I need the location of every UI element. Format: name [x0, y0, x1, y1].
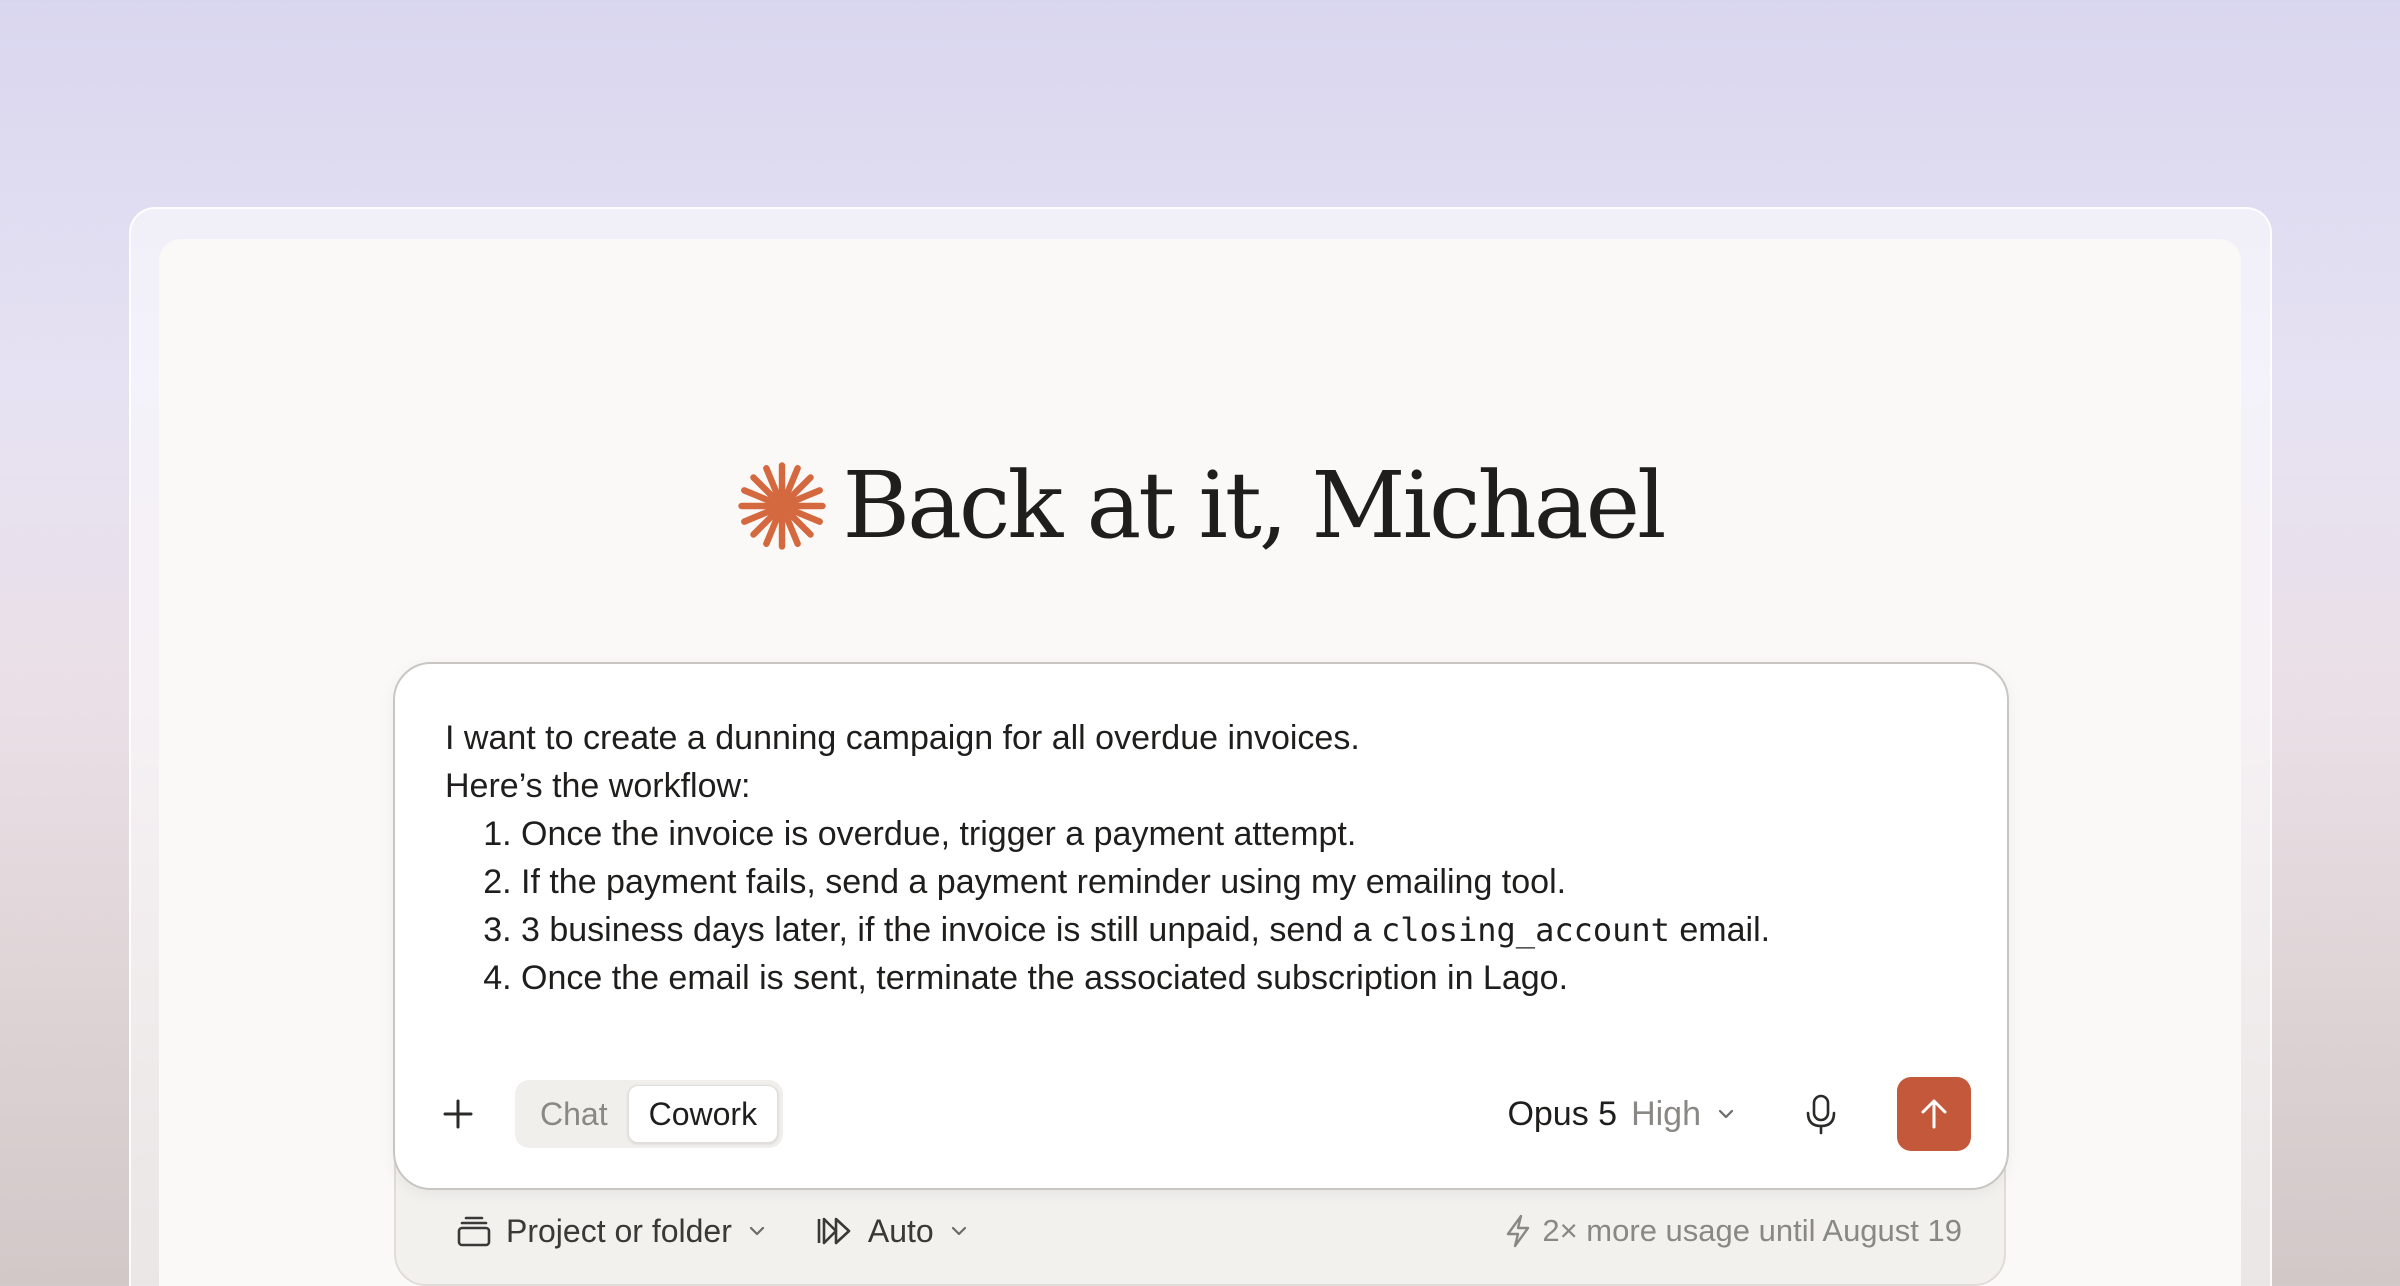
step-text-after: email. — [1669, 911, 1771, 949]
workflow-step: 3 business days later, if the invoice is… — [521, 906, 1947, 954]
fast-forward-icon — [817, 1217, 851, 1245]
lightning-icon — [1507, 1214, 1530, 1248]
arrow-up-icon — [1921, 1099, 1947, 1129]
model-selector[interactable]: Opus 5 High — [1507, 1095, 1737, 1134]
workflow-step: Once the email is sent, terminate the as… — [521, 954, 1947, 1002]
auto-mode-label: Auto — [867, 1212, 934, 1249]
chevron-down-icon — [951, 1226, 966, 1236]
model-effort-level: High — [1631, 1094, 1701, 1133]
mode-cowork-tab[interactable]: Cowork — [627, 1085, 779, 1143]
workflow-step: If the payment fails, send a payment rem… — [521, 858, 1947, 906]
project-folder-selector[interactable]: Project or folder — [456, 1213, 768, 1250]
chevron-down-icon — [749, 1226, 764, 1236]
send-button[interactable] — [1897, 1077, 1971, 1151]
usage-note-text: 2× more usage until August 19 — [1542, 1213, 1962, 1248]
sparkle-logo-icon — [738, 462, 827, 550]
greeting-title: Back at it, Michael — [842, 452, 1666, 559]
prompt-input[interactable]: I want to create a dunning campaign for … — [445, 714, 1947, 1002]
message-composer[interactable]: I want to create a dunning campaign for … — [393, 662, 2009, 1190]
microphone-icon — [1806, 1094, 1836, 1135]
voice-input-button[interactable] — [1791, 1084, 1851, 1144]
usage-promo-note: 2× more usage until August 19 — [1504, 1213, 1962, 1249]
mode-chat-tab[interactable]: Chat — [520, 1085, 628, 1143]
chevron-down-icon — [1718, 1109, 1734, 1119]
folder-stack-icon — [457, 1216, 491, 1247]
inline-code: closing_account — [1380, 911, 1670, 949]
greeting-header: Back at it, Michael — [0, 460, 2400, 552]
auto-mode-selector[interactable]: Auto — [816, 1213, 970, 1250]
mode-toggle: Chat Cowork — [515, 1080, 784, 1148]
prompt-line-2: Here’s the workflow: — [445, 767, 751, 805]
workflow-step: Once the invoice is overdue, trigger a p… — [521, 810, 1947, 858]
add-attachment-button[interactable] — [425, 1081, 491, 1147]
project-folder-label: Project or folder — [506, 1212, 732, 1249]
step-text-before: 3 business days later, if the invoice is… — [521, 911, 1381, 949]
model-name: Opus 5 — [1507, 1094, 1618, 1133]
prompt-line-1: I want to create a dunning campaign for … — [445, 719, 1360, 757]
plus-icon — [443, 1099, 473, 1129]
workflow-steps-list: Once the invoice is overdue, trigger a p… — [445, 810, 1947, 1002]
composer-toolbar: Chat Cowork Opus 5 High — [425, 1076, 1971, 1152]
